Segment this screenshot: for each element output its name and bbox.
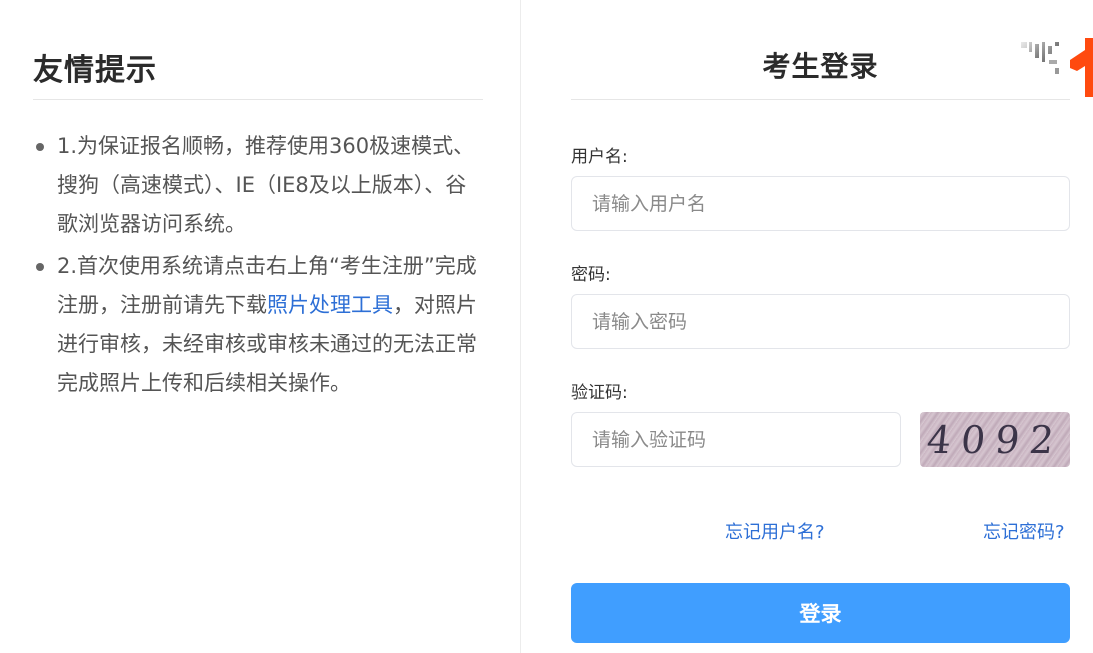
login-title: 考生登录 [762, 50, 879, 83]
captcha-code: 4092 [924, 417, 1066, 462]
tips-divider [33, 99, 483, 100]
password-label: 密码: [571, 265, 611, 285]
tips-list: 1.为保证报名顺畅，推荐使用360极速模式、搜狗（高速模式）、IE（IE8及以上… [33, 127, 483, 406]
qr-code-icon[interactable] [1017, 40, 1063, 86]
panel-divider [520, 0, 521, 653]
tip-item-1: 1.为保证报名顺畅，推荐使用360极速模式、搜狗（高速模式）、IE（IE8及以上… [33, 127, 483, 244]
tip-item-2: 2.首次使用系统请点击右上角“考生注册”完成注册，注册前请先下载照片处理工具，对… [33, 247, 483, 403]
password-input[interactable] [571, 294, 1070, 349]
tip-item-1-text: 1.为保证报名顺畅，推荐使用360极速模式、搜狗（高速模式）、IE（IE8及以上… [57, 134, 475, 236]
login-panel: 考生登录 用户名: 密码: 验证码: 4092 忘记用户名? 忘记密码? 登录 [571, 0, 1070, 653]
captcha-image[interactable]: 4092 [920, 412, 1070, 467]
captcha-label: 验证码: [571, 383, 628, 403]
forgot-password-link[interactable]: 忘记密码? [983, 518, 1065, 544]
login-button[interactable]: 登录 [571, 583, 1070, 643]
orange-ribbon-icon [1070, 38, 1093, 97]
login-divider [571, 99, 1070, 100]
captcha-input[interactable] [571, 412, 901, 467]
username-label: 用户名: [571, 147, 628, 167]
username-input[interactable] [571, 176, 1070, 231]
photo-tool-link[interactable]: 照片处理工具 [267, 293, 393, 317]
forgot-username-link[interactable]: 忘记用户名? [725, 518, 825, 544]
tips-title: 友情提示 [33, 53, 157, 88]
